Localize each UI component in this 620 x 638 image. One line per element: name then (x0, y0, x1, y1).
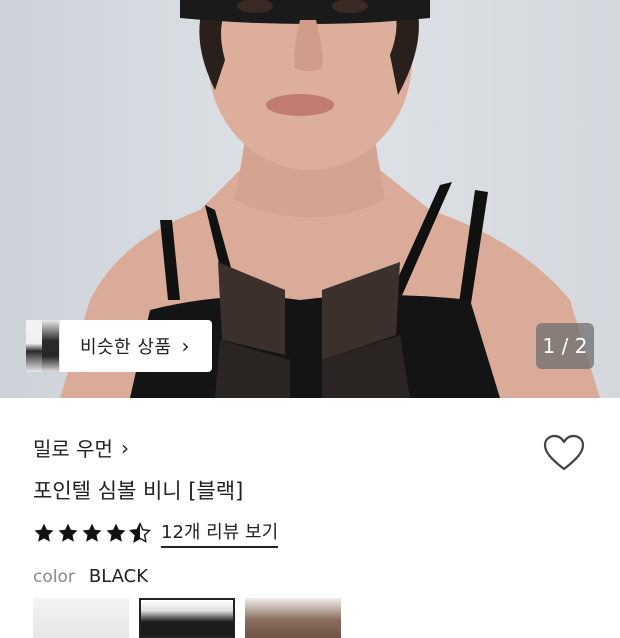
similar-products-thumbnails (26, 320, 70, 372)
star-full-icon (82, 523, 102, 542)
rating-row: 12개 리뷰 보기 (33, 518, 279, 548)
star-full-icon (58, 523, 78, 542)
color-swatch-white[interactable] (33, 598, 129, 638)
chevron-right-icon: › (120, 435, 129, 460)
color-swatch-black[interactable] (139, 598, 235, 638)
image-counter: 1 / 2 (536, 323, 594, 369)
similar-products-button[interactable]: 비슷한 상품 › (26, 320, 212, 372)
color-value: BLACK (88, 566, 149, 587)
star-rating (33, 522, 153, 544)
color-swatch-brown[interactable] (245, 598, 341, 638)
heart-outline-icon[interactable] (543, 434, 585, 472)
review-link[interactable]: 12개 리뷰 보기 (161, 518, 279, 548)
star-half-icon (129, 522, 151, 543)
chevron-right-icon: › (181, 334, 190, 358)
brand-name: 밀로 우먼 (33, 437, 113, 461)
similar-products-label: 비슷한 상품 (80, 337, 172, 358)
product-image-carousel[interactable]: 비슷한 상품 › 1 / 2 (0, 0, 620, 398)
color-row: color BLACK (33, 566, 148, 587)
color-label: color (33, 567, 75, 587)
star-full-icon (106, 523, 126, 542)
product-title: 포인텔 심볼 비니 [블랙] (33, 479, 244, 503)
similar-thumbnail (42, 320, 60, 372)
star-full-icon (34, 523, 54, 542)
brand-link[interactable]: 밀로 우먼 › (33, 433, 129, 462)
color-swatches (33, 598, 351, 638)
